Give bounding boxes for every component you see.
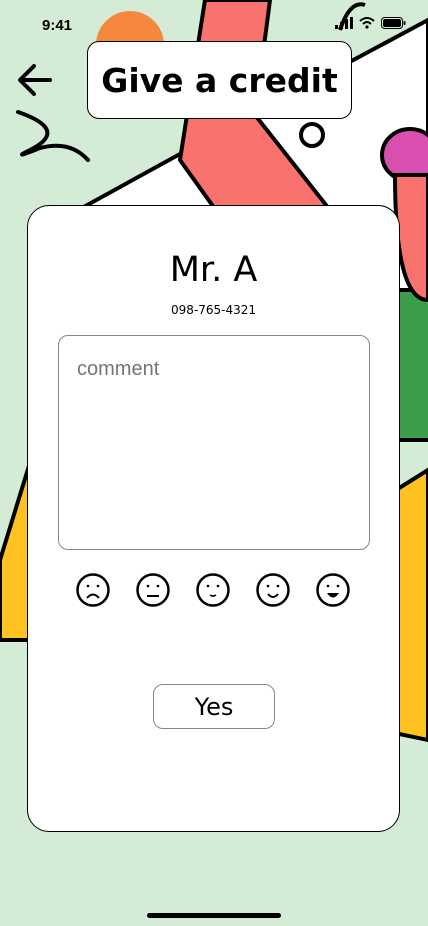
comment-input[interactable] <box>58 335 370 550</box>
wifi-icon <box>359 17 375 29</box>
slight-smile-face-icon[interactable] <box>196 573 230 607</box>
status-icons <box>335 17 406 29</box>
status-time: 9:41 <box>42 17 73 34</box>
smile-face-icon[interactable] <box>256 573 290 607</box>
credit-card-panel: Mr. A 098-765-4321 comment Yes <box>27 205 400 832</box>
person-name: Mr. A <box>169 250 258 290</box>
rating-faces <box>76 573 352 607</box>
neutral-face-icon[interactable] <box>136 573 170 607</box>
battery-icon <box>381 17 406 29</box>
arrow-left-icon <box>18 64 52 96</box>
happy-face-icon[interactable] <box>316 573 350 607</box>
yes-button[interactable]: Yes <box>153 684 275 729</box>
person-phone: 098-765-4321 <box>170 303 256 317</box>
sad-face-icon[interactable] <box>76 573 110 607</box>
signal-icon <box>335 17 353 29</box>
title-box: Give a credit <box>87 41 352 119</box>
back-button[interactable] <box>16 60 56 100</box>
home-indicator <box>147 913 281 918</box>
page-title: Give a credit <box>101 60 338 100</box>
